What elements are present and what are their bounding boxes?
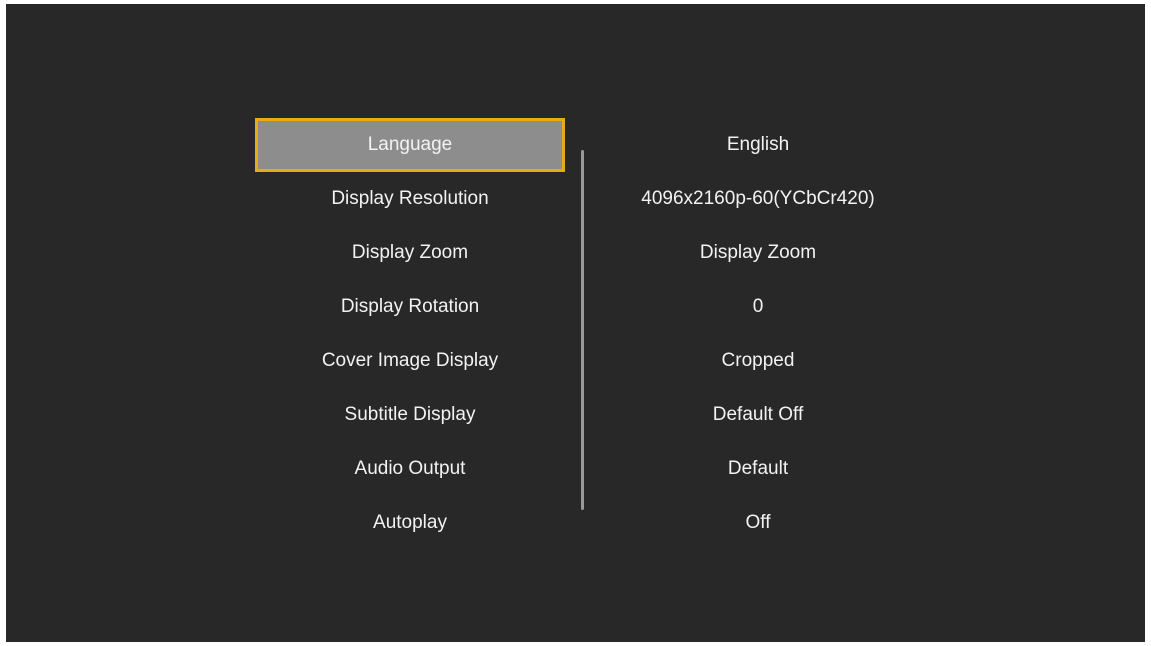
value-cover-image-display: Cropped	[721, 350, 795, 371]
scrollbar[interactable]	[581, 150, 584, 510]
settings-menu: Language Display Resolution Display Zoom…	[255, 118, 565, 550]
menu-item-label: Cover Image Display	[321, 350, 499, 371]
settings-screen: Language Display Resolution Display Zoom…	[6, 4, 1145, 642]
menu-item-cover-image-display[interactable]: Cover Image Display	[255, 334, 565, 388]
menu-item-label: Display Zoom	[351, 242, 469, 263]
menu-item-label: Display Rotation	[340, 296, 480, 317]
menu-item-audio-output[interactable]: Audio Output	[255, 442, 565, 496]
menu-item-label: Subtitle Display	[344, 404, 476, 425]
value-language: English	[726, 134, 790, 155]
value-audio-output: Default	[727, 458, 789, 479]
value-display-resolution: 4096x2160p-60(YCbCr420)	[641, 188, 875, 209]
value-display-zoom: Display Zoom	[699, 242, 817, 263]
menu-item-label: Language	[367, 134, 453, 155]
menu-item-display-rotation[interactable]: Display Rotation	[255, 280, 565, 334]
menu-item-language[interactable]: Language	[255, 118, 565, 172]
menu-item-subtitle-display[interactable]: Subtitle Display	[255, 388, 565, 442]
menu-item-autoplay[interactable]: Autoplay	[255, 496, 565, 550]
settings-values: English 4096x2160p-60(YCbCr420) Display …	[608, 118, 908, 550]
value-display-rotation: 0	[752, 296, 764, 317]
value-subtitle-display: Default Off	[712, 404, 804, 425]
menu-item-label: Autoplay	[373, 512, 447, 533]
menu-item-label: Audio Output	[354, 458, 466, 479]
menu-item-display-zoom[interactable]: Display Zoom	[255, 226, 565, 280]
menu-item-display-resolution[interactable]: Display Resolution	[255, 172, 565, 226]
value-autoplay: Off	[745, 512, 771, 533]
menu-item-label: Display Resolution	[331, 188, 489, 209]
